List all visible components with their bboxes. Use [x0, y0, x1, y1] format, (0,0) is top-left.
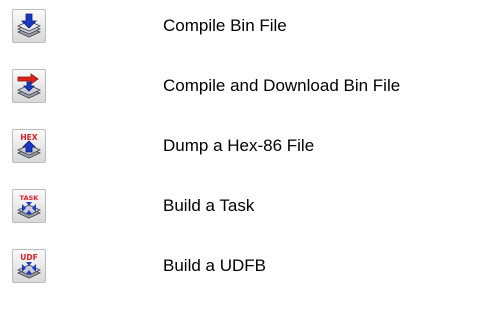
udf-badge-text: UDF — [20, 253, 37, 262]
command-row-build-task: TASK Build a Task — [0, 189, 501, 229]
build-udfb-button[interactable]: UDF — [12, 249, 46, 283]
compile-download-icon — [17, 73, 41, 99]
hex-dump-label: Dump a Hex-86 File — [163, 136, 315, 155]
build-task-icon: TASK — [17, 194, 41, 219]
build-task-button[interactable]: TASK — [12, 189, 46, 223]
compile-download-button[interactable] — [12, 69, 46, 103]
command-row-hex-dump: HEX Dump a Hex-86 File — [0, 129, 501, 169]
compile-download-label: Compile and Download Bin File — [163, 76, 401, 95]
build-udfb-label: Build a UDFB — [163, 256, 266, 275]
command-row-build-udfb: UDF Build a UDFB — [0, 249, 501, 289]
build-task-label: Build a Task — [163, 196, 255, 215]
task-badge-text: TASK — [20, 194, 40, 202]
hex-dump-button[interactable]: HEX — [12, 129, 46, 163]
command-row-compile-bin: Compile Bin File — [0, 9, 501, 49]
command-row-compile-download: Compile and Download Bin File — [0, 69, 501, 109]
compile-bin-icon — [17, 13, 41, 38]
compile-bin-label: Compile Bin File — [163, 16, 287, 35]
hex-dump-icon: HEX — [17, 133, 41, 159]
build-udfb-icon: UDF — [17, 253, 41, 279]
compile-bin-button[interactable] — [12, 9, 46, 43]
